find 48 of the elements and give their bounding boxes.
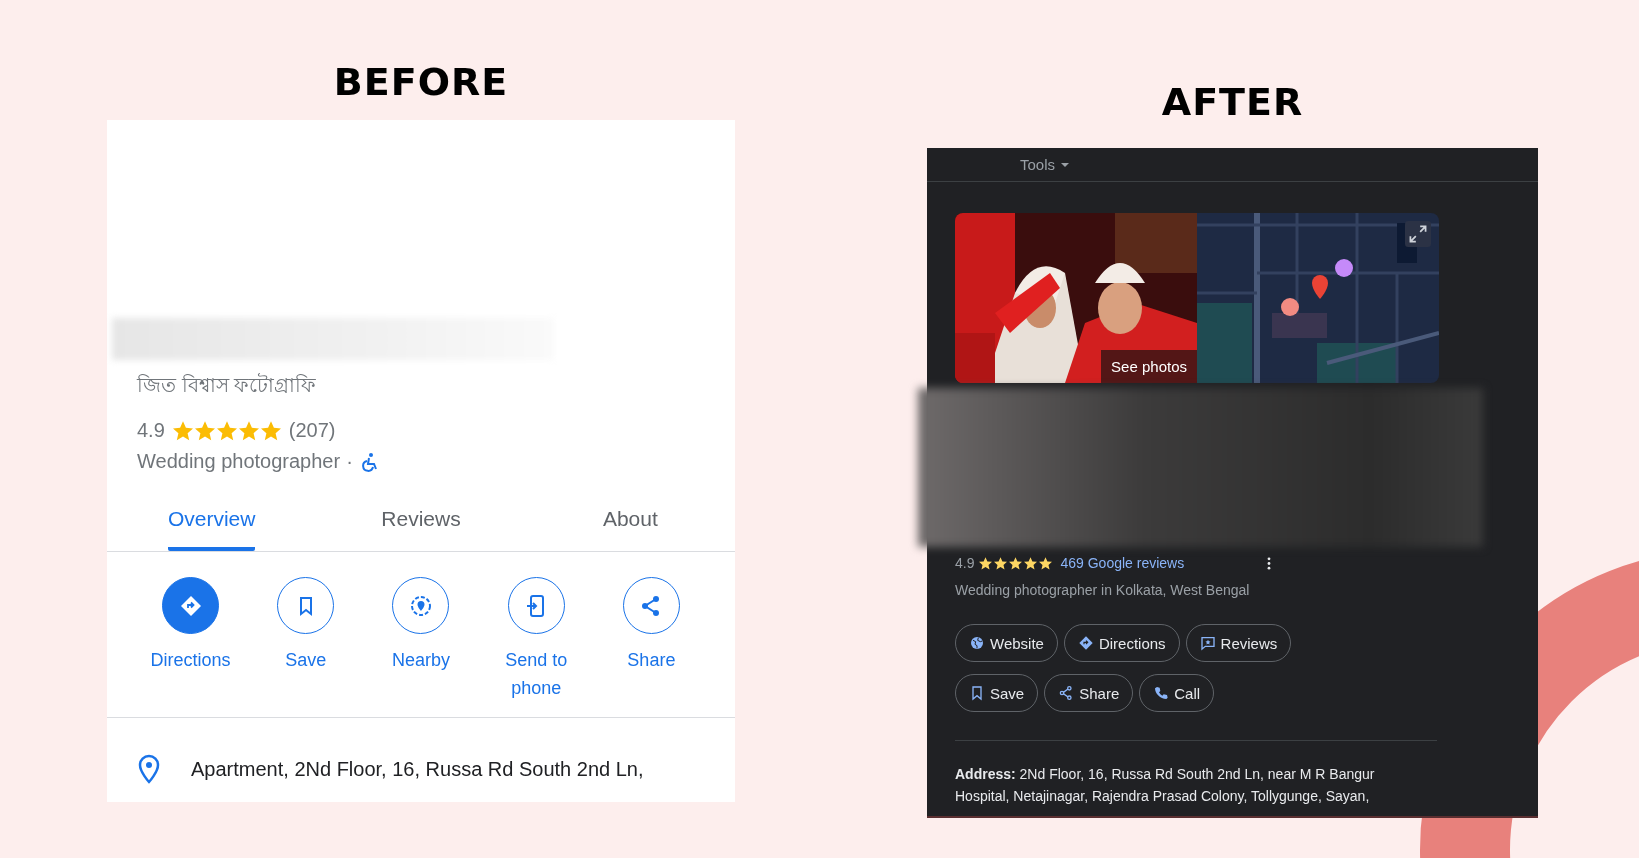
review-count: (207) — [288, 419, 336, 442]
local-name: জিত বিশ্বাস ফটোগ্রাফি — [137, 372, 318, 398]
action-button[interactable] — [277, 577, 335, 634]
separator: · — [346, 450, 353, 473]
bookmark-icon — [969, 685, 985, 701]
phone-icon — [1153, 685, 1170, 701]
review-icon — [1199, 635, 1216, 651]
star-icon — [216, 420, 237, 441]
rating-value: 4.9 — [955, 555, 975, 571]
action-label: Nearby — [390, 649, 451, 672]
star-icon — [194, 420, 215, 441]
action-label: Save — [284, 649, 328, 672]
nearby-icon — [409, 593, 433, 618]
star-icon — [1024, 556, 1038, 570]
star-icon — [172, 420, 193, 441]
star-icon — [1009, 556, 1023, 570]
star-icon — [1039, 556, 1053, 570]
reviews-link[interactable]: 469 Google reviews — [1060, 555, 1185, 571]
action-label: Directions — [149, 649, 232, 672]
address: Address: 2Nd Floor, 16, Russa Rd South 2nd Ln, near M R Bangur Hospital, Netajinagar, Rajendra Prasad Colony, Tollygunge, Sayan, — [955, 765, 1376, 806]
expand-icon[interactable] — [1405, 221, 1431, 247]
globe-icon — [969, 635, 985, 651]
directions-icon — [1077, 635, 1094, 651]
action-button[interactable] — [507, 577, 565, 634]
action-button[interactable] — [622, 577, 680, 634]
tab[interactable]: Reviews — [381, 507, 461, 551]
see-photos-button[interactable]: See photos — [1101, 350, 1197, 383]
tab[interactable]: About — [602, 507, 658, 551]
location-pin-icon — [137, 754, 161, 784]
star-icon — [994, 556, 1008, 570]
after-title: AFTER — [1161, 80, 1304, 124]
tools-menu[interactable]: Tools — [1020, 156, 1070, 173]
caret-icon — [1061, 162, 1070, 167]
more-options-icon[interactable] — [1267, 556, 1271, 570]
star-icon — [979, 556, 993, 570]
category: Wedding photographer in Kolkata, West Bengal — [955, 582, 1251, 598]
address: Apartment, 2Nd Floor, 16, Russa Rd South 2nd Ln, — [191, 757, 644, 781]
tab[interactable]: Overview — [167, 507, 256, 551]
rating-value: 4.9 — [137, 419, 165, 442]
category: Wedding photographer — [137, 450, 341, 473]
star-icon — [238, 420, 259, 441]
action-label: Send to phone — [504, 649, 569, 700]
action-label: Share — [626, 649, 677, 672]
before-title: BEFORE — [333, 60, 509, 104]
action-button[interactable] — [392, 577, 450, 634]
star-icon — [260, 420, 281, 441]
action-button[interactable] — [162, 577, 220, 634]
share-icon — [1058, 685, 1075, 701]
